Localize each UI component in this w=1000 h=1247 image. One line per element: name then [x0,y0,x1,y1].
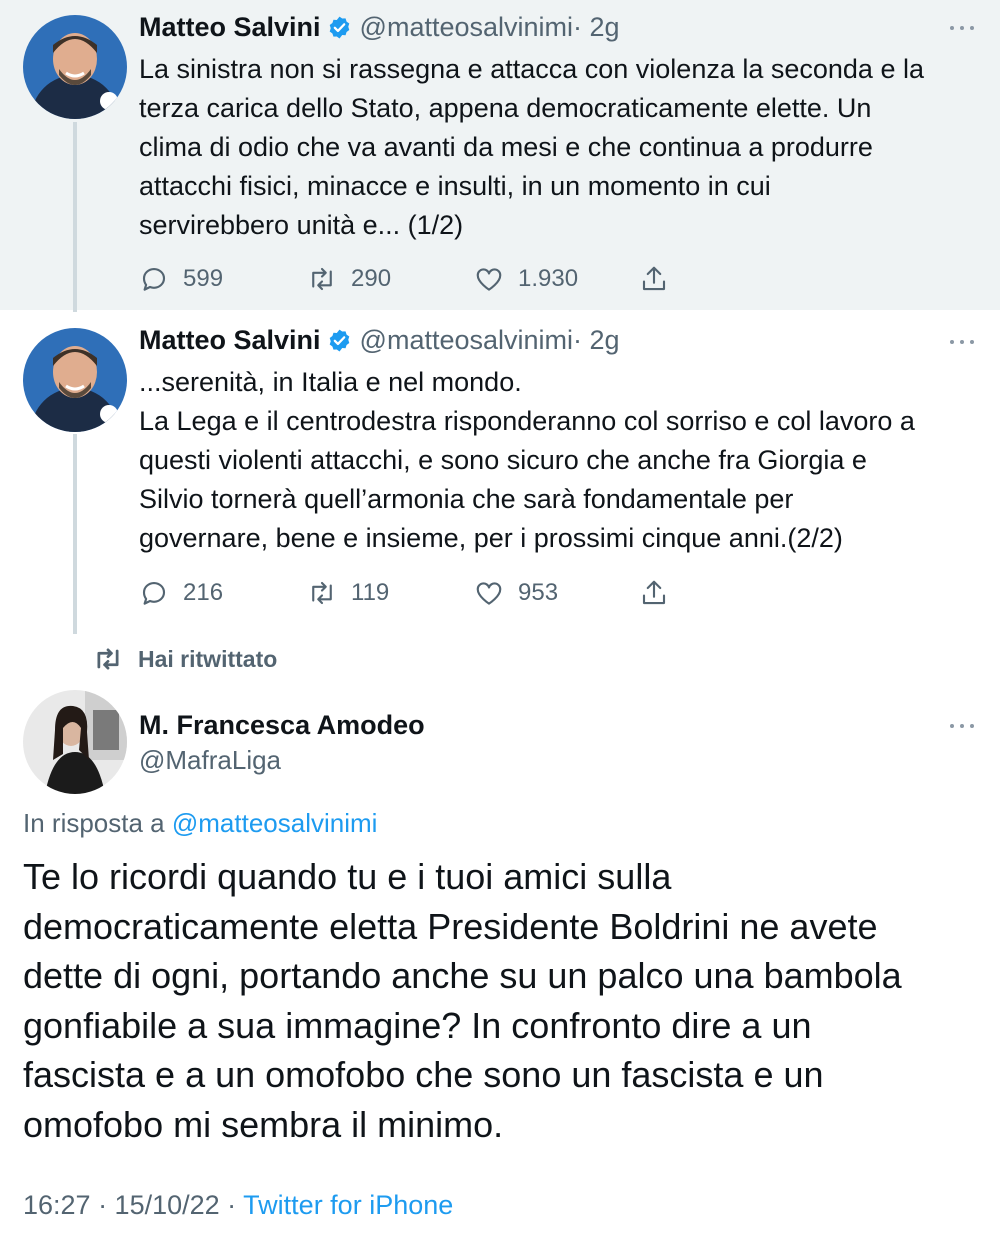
reply-icon [142,581,166,605]
tweet-text-line: terza carica dello Stato, appena democra… [139,93,872,123]
tweet-metadata: 16:27 · 15/10/22 · Twitter for iPhone [23,1190,453,1221]
reply-count: 216 [183,579,224,606]
tweet-text-line: servirebbero unità e... (1/2) [139,210,464,240]
more-options-icon[interactable] [950,722,976,730]
avatar[interactable] [23,328,127,432]
tweet-text-line: democraticamente eletta Presidente Boldr… [23,905,878,947]
tweet-source-link[interactable]: Twitter for iPhone [243,1190,453,1220]
retweet-icon [97,648,119,670]
like-button[interactable]: 1.930 [474,264,578,294]
tweet-text-line: attacchi fisici, minacce e insulti, in u… [139,171,771,201]
tweet-text: La sinistra non si rassegna e attacca co… [139,50,979,245]
heart-icon [476,268,502,291]
tweet-text-line: clima di odio che va avanti da mesi e ch… [139,132,873,162]
more-options-icon[interactable] [950,24,976,32]
reply-count: 599 [183,265,224,292]
retweet-button[interactable]: 119 [307,578,389,608]
tweet-actions: 216 119 953 [139,578,699,608]
share-icon [642,266,666,291]
tweet-text-line: questi violenti attacchi, e sono sicuro … [139,445,867,475]
author-name[interactable]: Matteo Salvini [139,12,321,42]
like-button[interactable]: 953 [474,578,558,608]
reply-context: In risposta a @matteosalvinimi [23,808,377,839]
share-button[interactable] [639,264,683,294]
thread-line [73,122,77,312]
retweet-count: 290 [351,265,392,292]
retweet-icon [312,267,332,291]
retweet-notice-label: Hai ritwittato [138,645,278,672]
tweet-text-line: Te lo ricordi quando tu e i tuoi amici s… [23,856,672,897]
avatar[interactable] [23,690,127,794]
tweet-text: ...serenità, in Italia e nel mondo. La L… [139,363,979,558]
tweet-text: Te lo ricordi quando tu e i tuoi amici s… [23,852,983,1149]
tweet-actions: 599 290 1.930 [139,264,699,294]
author-name[interactable]: M. Francesca Amodeo [139,710,425,741]
share-button[interactable] [639,578,683,608]
tweet-text-line: La sinistra non si rassegna e attacca co… [139,54,924,84]
thread-line [73,434,77,634]
reply-button[interactable]: 599 [139,264,223,294]
tweet-text-line: fascista e a un omofobo che sono un fasc… [23,1054,824,1095]
share-icon [642,580,666,605]
reply-to-mention-link[interactable]: @matteosalvinimi [172,808,378,838]
reply-icon [142,267,166,291]
tweet-time[interactable]: · 2g [573,12,620,42]
heart-icon [476,582,502,605]
like-count: 1.930 [518,265,579,292]
tweet-text-line: dette di ogni, portando anche su un palc… [23,955,902,996]
more-options-icon[interactable] [950,338,976,346]
avatar[interactable] [23,15,127,119]
tweet-text-line: governare, bene e insieme, per i prossim… [139,523,843,553]
tweet-timestamp[interactable]: 16:27 · 15/10/22 · [23,1190,236,1220]
tweet-text-line: ...serenità, in Italia e nel mondo. [139,367,522,397]
reply-to-label: In risposta a [23,808,165,838]
author-name-line: Matteo Salvini @matteosalvinimi· 2g [139,325,620,356]
retweet-icon [312,581,332,605]
avatar-image [23,690,127,794]
author-name-line: Matteo Salvini @matteosalvinimi· 2g [139,12,620,43]
author-handle[interactable]: @matteosalvinimi [360,325,573,355]
reply-button[interactable]: 216 [139,578,223,608]
retweet-notice: Hai ritwittato [92,645,277,673]
tweet-text-line: Silvio tornerà quell’armonia che sarà fo… [139,484,794,514]
author-name[interactable]: Matteo Salvini [139,325,321,355]
tweet-time[interactable]: · 2g [573,325,620,355]
like-count: 953 [518,579,559,606]
tweet-text-line: gonfiabile a sua immagine? In confronto … [23,1004,812,1046]
tweet-text-line: La Lega e il centrodestra risponderanno … [139,406,915,436]
tweet-text-line: omofobo mi sembra il minimo. [23,1103,504,1145]
avatar-image [23,328,127,432]
author-handle[interactable]: @matteosalvinimi [360,12,573,42]
avatar-image [23,15,127,119]
author-handle[interactable]: @MafraLiga [139,745,281,776]
retweet-button[interactable]: 290 [307,264,391,294]
verified-badge-icon [329,329,349,352]
verified-badge-icon [329,16,349,39]
retweet-count: 119 [351,579,390,606]
